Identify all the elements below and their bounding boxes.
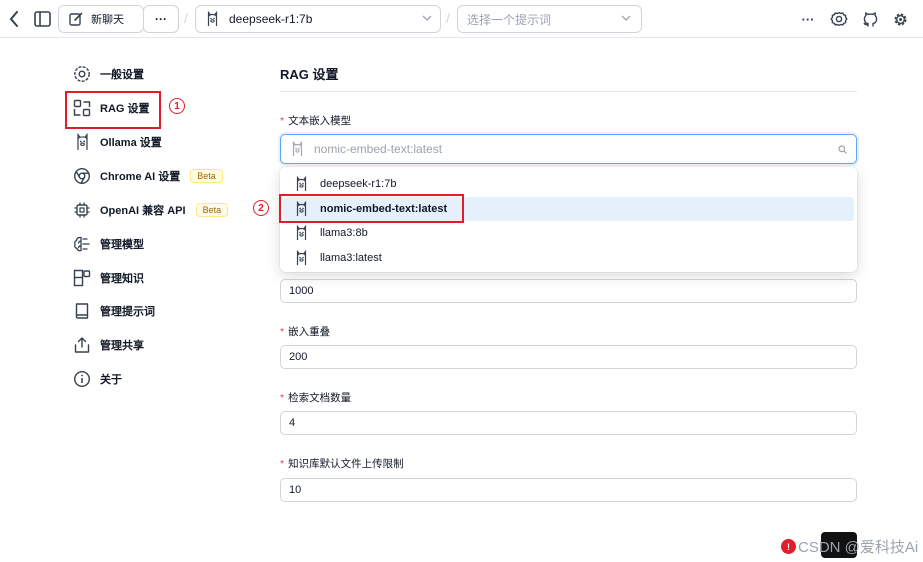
chunk-overlap-label: * 嵌入重叠: [280, 324, 330, 339]
annotation-box-rag: [65, 91, 161, 129]
separator-1: /: [184, 10, 188, 26]
required-mark: *: [280, 326, 285, 338]
model-select-value: deepseek-r1:7b: [229, 12, 313, 26]
beta-badge: Beta: [190, 169, 223, 183]
chunk-size-input[interactable]: 1000: [280, 279, 857, 303]
sidebar-item-manage-models[interactable]: 管理模型: [72, 231, 144, 257]
sidebar-toggle-icon[interactable]: [32, 9, 52, 29]
dropdown-option-label: llama3:latest: [320, 251, 382, 264]
sidebar-item-ollama[interactable]: Ollama 设置: [72, 129, 162, 155]
beta-badge: Beta: [195, 203, 229, 217]
watermark: ! CSDN @爱科技Ai: [781, 536, 918, 557]
chip-icon: [72, 200, 92, 220]
blocks-icon: [72, 268, 92, 288]
more-options-button[interactable]: ···: [143, 5, 179, 33]
more-label: ···: [155, 12, 167, 26]
prompt-select[interactable]: 选择一个提示词: [457, 5, 642, 33]
watermark-circle: !: [781, 539, 796, 554]
llama-icon: [295, 176, 309, 192]
upload-limit-label: * 知识库默认文件上传限制: [280, 456, 404, 471]
sidebar-item-manage-sharing[interactable]: 管理共享: [72, 332, 144, 358]
required-mark: *: [280, 458, 285, 470]
page-title: RAG 设置: [280, 67, 339, 82]
prompt-select-placeholder: 选择一个提示词: [467, 12, 552, 27]
more-menu-button[interactable]: ···: [797, 10, 819, 28]
chunk-overlap-label-text: 嵌入重叠: [288, 326, 331, 338]
sidebar-item-label: 管理模型: [100, 239, 144, 251]
embedding-model-select[interactable]: nomic-embed-text:latest: [280, 134, 857, 164]
upload-limit-label-text: 知识库默认文件上传限制: [288, 458, 404, 470]
sidebar-item-label: 管理提示词: [100, 306, 155, 318]
back-chevron-icon[interactable]: [6, 9, 22, 29]
annotation-box-nomic: [279, 194, 464, 223]
embedding-model-label: * 文本嵌入模型: [280, 113, 351, 128]
chrome-icon: [72, 166, 92, 186]
sidebar-item-label: Chrome AI 设置: [100, 171, 181, 183]
chevron-down-icon: [621, 15, 631, 22]
sidebar-item-openai-api[interactable]: OpenAI 兼容 API Beta: [72, 197, 229, 223]
llama-icon: [291, 141, 304, 157]
llama-icon: [72, 132, 92, 152]
sidebar-item-label: 关于: [100, 374, 122, 386]
sidebar-item-chrome-ai[interactable]: Chrome AI 设置 Beta: [72, 163, 223, 189]
sidebar-item-label: 一般设置: [100, 69, 144, 81]
new-chat-label: 新聊天: [91, 14, 124, 26]
model-select[interactable]: deepseek-r1:7b: [195, 5, 441, 33]
chunk-overlap-input[interactable]: 200: [280, 345, 857, 369]
sidebar-item-label: 管理知识: [100, 273, 144, 285]
llama-icon: [295, 225, 309, 241]
sidebar-item-manage-prompts[interactable]: 管理提示词: [72, 298, 155, 324]
required-mark: *: [280, 115, 285, 127]
watermark-text: CSDN @爱科技Ai: [798, 539, 919, 556]
info-icon: [72, 369, 92, 389]
dropdown-option-label: llama3:8b: [320, 227, 368, 240]
required-mark: *: [280, 392, 285, 404]
sidebar-item-label: OpenAI 兼容 API: [100, 205, 186, 217]
upload-limit-input[interactable]: 10: [280, 478, 857, 502]
edit-icon: [69, 12, 83, 26]
settings-icon[interactable]: [829, 9, 849, 29]
retrieved-docs-label-text: 检索文档数量: [288, 392, 352, 404]
llama-icon: [206, 11, 219, 27]
share-icon: [72, 335, 92, 355]
retrieved-docs-input[interactable]: 4: [280, 411, 857, 435]
dropdown-option[interactable]: deepseek-r1:7b: [283, 172, 854, 197]
brain-icon: [72, 234, 92, 254]
dropdown-option-label: deepseek-r1:7b: [320, 178, 397, 191]
annotation-number-1: 1: [169, 98, 185, 114]
annotation-number-2: 2: [253, 200, 269, 216]
dropdown-option[interactable]: llama3:8b: [283, 221, 854, 246]
embedding-model-label-text: 文本嵌入模型: [288, 115, 352, 127]
chevron-down-icon: [422, 15, 432, 22]
sidebar-item-label: 管理共享: [100, 340, 144, 352]
title-divider: [280, 91, 857, 92]
github-icon[interactable]: [860, 9, 880, 29]
separator-2: /: [446, 10, 450, 26]
new-chat-button[interactable]: 新聊天: [58, 5, 144, 33]
retrieved-docs-label: * 检索文档数量: [280, 390, 351, 405]
book-icon: [72, 301, 92, 321]
top-bar: 新聊天 ··· / deepseek-r1:7b / 选择一个提示词 ···: [0, 0, 923, 38]
search-icon: [838, 145, 847, 154]
llama-icon: [295, 249, 309, 266]
sidebar-item-about[interactable]: 关于: [72, 366, 122, 392]
sidebar-item-general[interactable]: 一般设置: [72, 61, 144, 87]
gear-icon[interactable]: [890, 9, 910, 29]
gear-outline-icon: [72, 64, 92, 84]
sidebar-item-manage-knowledge[interactable]: 管理知识: [72, 265, 144, 291]
sidebar-item-label: Ollama 设置: [100, 137, 162, 149]
embedding-model-value: nomic-embed-text:latest: [314, 142, 443, 156]
dropdown-option[interactable]: llama3:latest: [283, 246, 854, 271]
